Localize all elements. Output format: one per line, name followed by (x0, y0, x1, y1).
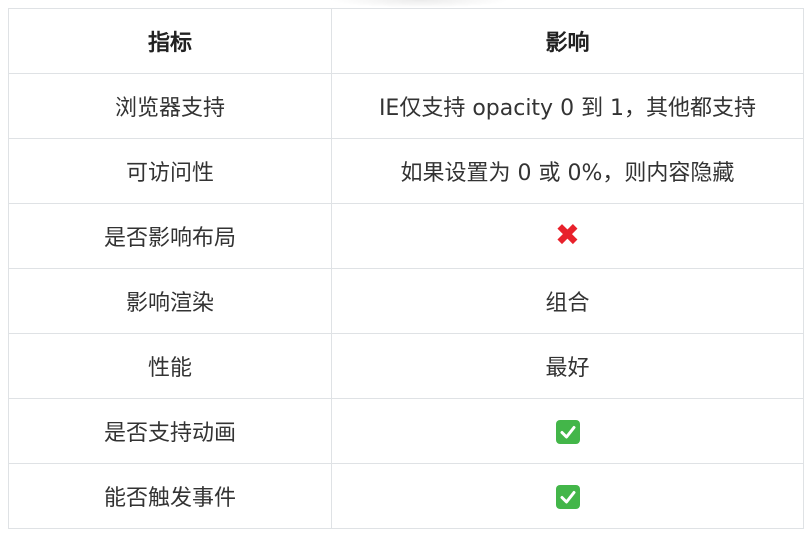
metric-cell: 浏览器支持 (8, 73, 332, 139)
header-impact: 影响 (331, 8, 804, 74)
metric-cell: 影响渲染 (8, 268, 332, 334)
table-row: 影响渲染 组合 (8, 268, 804, 334)
impact-cell: 如果设置为 0 或 0%，则内容隐藏 (331, 138, 804, 204)
table-row: 能否触发事件 (8, 463, 804, 529)
impact-cell: 组合 (331, 268, 804, 334)
check-icon (555, 484, 580, 509)
check-icon (555, 419, 580, 444)
impact-cell: 最好 (331, 333, 804, 399)
impact-cell (331, 463, 804, 529)
metric-cell: 是否支持动画 (8, 398, 332, 464)
table-row: 是否支持动画 (8, 398, 804, 464)
table-header-row: 指标 影响 (8, 8, 804, 74)
table-row: 可访问性 如果设置为 0 或 0%，则内容隐藏 (8, 138, 804, 204)
table-row: 是否影响布局 ✖ (8, 203, 804, 269)
table-row: 浏览器支持 IE仅支持 opacity 0 到 1，其他都支持 (8, 73, 804, 139)
metric-cell: 性能 (8, 333, 332, 399)
impact-cell: ✖ (331, 203, 804, 269)
impact-cell: IE仅支持 opacity 0 到 1，其他都支持 (331, 73, 804, 139)
table-row: 性能 最好 (8, 333, 804, 399)
metric-cell: 可访问性 (8, 138, 332, 204)
impact-cell (331, 398, 804, 464)
metric-cell: 能否触发事件 (8, 463, 332, 529)
top-shadow (330, 0, 510, 8)
header-metric: 指标 (8, 8, 332, 74)
cross-icon: ✖ (554, 218, 581, 253)
metric-cell: 是否影响布局 (8, 203, 332, 269)
comparison-table: 指标 影响 浏览器支持 IE仅支持 opacity 0 到 1，其他都支持 可访… (8, 8, 804, 529)
